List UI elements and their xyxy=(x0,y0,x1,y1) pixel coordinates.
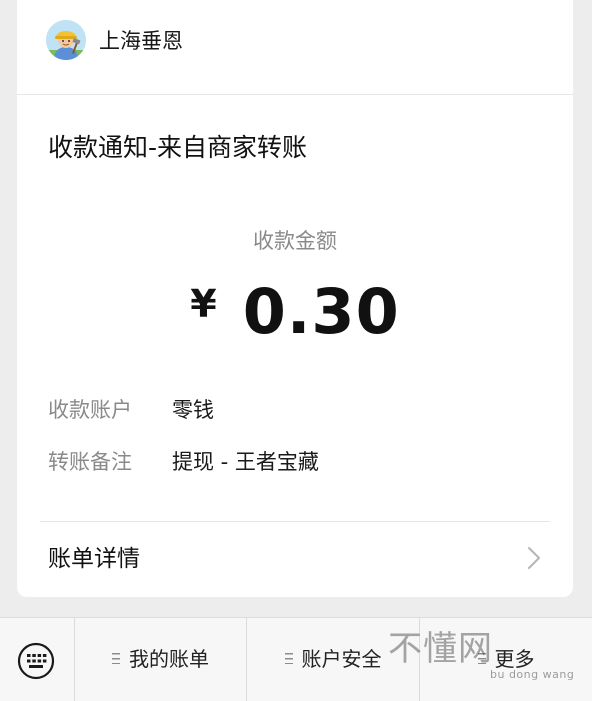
amount-label: 收款金额 xyxy=(253,229,337,253)
detail-label: 转账备注 xyxy=(48,450,132,474)
keyboard-icon xyxy=(17,642,55,680)
bill-detail-link[interactable]: 账单详情 xyxy=(17,522,573,597)
amount-value: 0.30 xyxy=(242,275,400,348)
menu-lines-icon xyxy=(477,653,486,664)
menu-label: 更多 xyxy=(494,647,535,671)
menu-more[interactable]: 更多 xyxy=(420,618,592,701)
menu-lines-icon xyxy=(112,653,120,664)
menu-my-bills[interactable]: 我的账单 xyxy=(75,618,247,701)
menu-lines-icon xyxy=(284,653,293,664)
chevron-right-icon xyxy=(528,547,540,569)
cartoon-worker-avatar-icon xyxy=(46,20,86,60)
detail-value: 提现 - 王者宝藏 xyxy=(172,450,319,474)
menu-label: 账户安全 xyxy=(301,647,382,671)
sender-name[interactable]: 上海垂恩 xyxy=(99,27,183,55)
sender-header[interactable]: 上海垂恩 xyxy=(17,0,573,95)
menu-account-security[interactable]: 账户安全 xyxy=(247,618,420,701)
detail-value: 零钱 xyxy=(172,398,214,422)
keyboard-toggle-button[interactable] xyxy=(0,618,75,701)
detail-label: 收款账户 xyxy=(48,398,132,422)
bottom-menu-bar: 我的账单 账户安全 更多 xyxy=(0,617,592,701)
menu-label: 我的账单 xyxy=(129,647,209,671)
payment-notice-card: 上海垂恩 收款通知-来自商家转账 收款金额 ¥0.30 收款账户 零钱 转账备注… xyxy=(17,0,573,597)
notice-title: 收款通知-来自商家转账 xyxy=(48,133,308,162)
bill-detail-label: 账单详情 xyxy=(48,546,140,572)
sender-avatar[interactable] xyxy=(46,20,86,60)
amount-display: ¥0.30 xyxy=(17,272,573,352)
currency-symbol: ¥ xyxy=(190,282,217,326)
